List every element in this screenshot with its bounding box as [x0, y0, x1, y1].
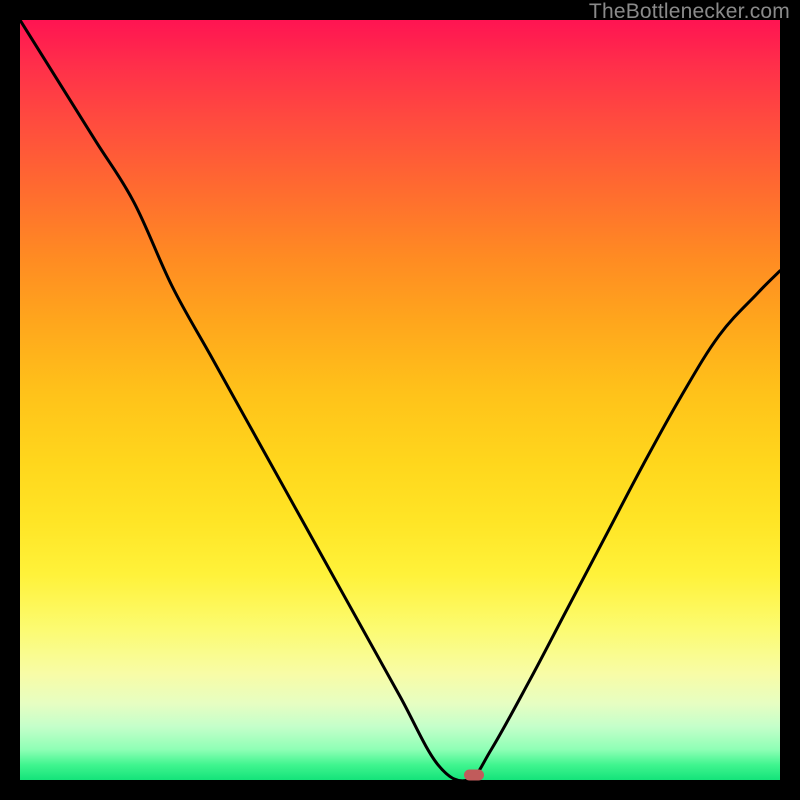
minimum-marker	[464, 769, 484, 780]
plot-area	[20, 20, 780, 780]
bottleneck-curve	[20, 20, 780, 780]
chart-container: TheBottlenecker.com	[0, 0, 800, 800]
curve-svg	[20, 20, 780, 780]
watermark-text: TheBottlenecker.com	[589, 0, 790, 24]
